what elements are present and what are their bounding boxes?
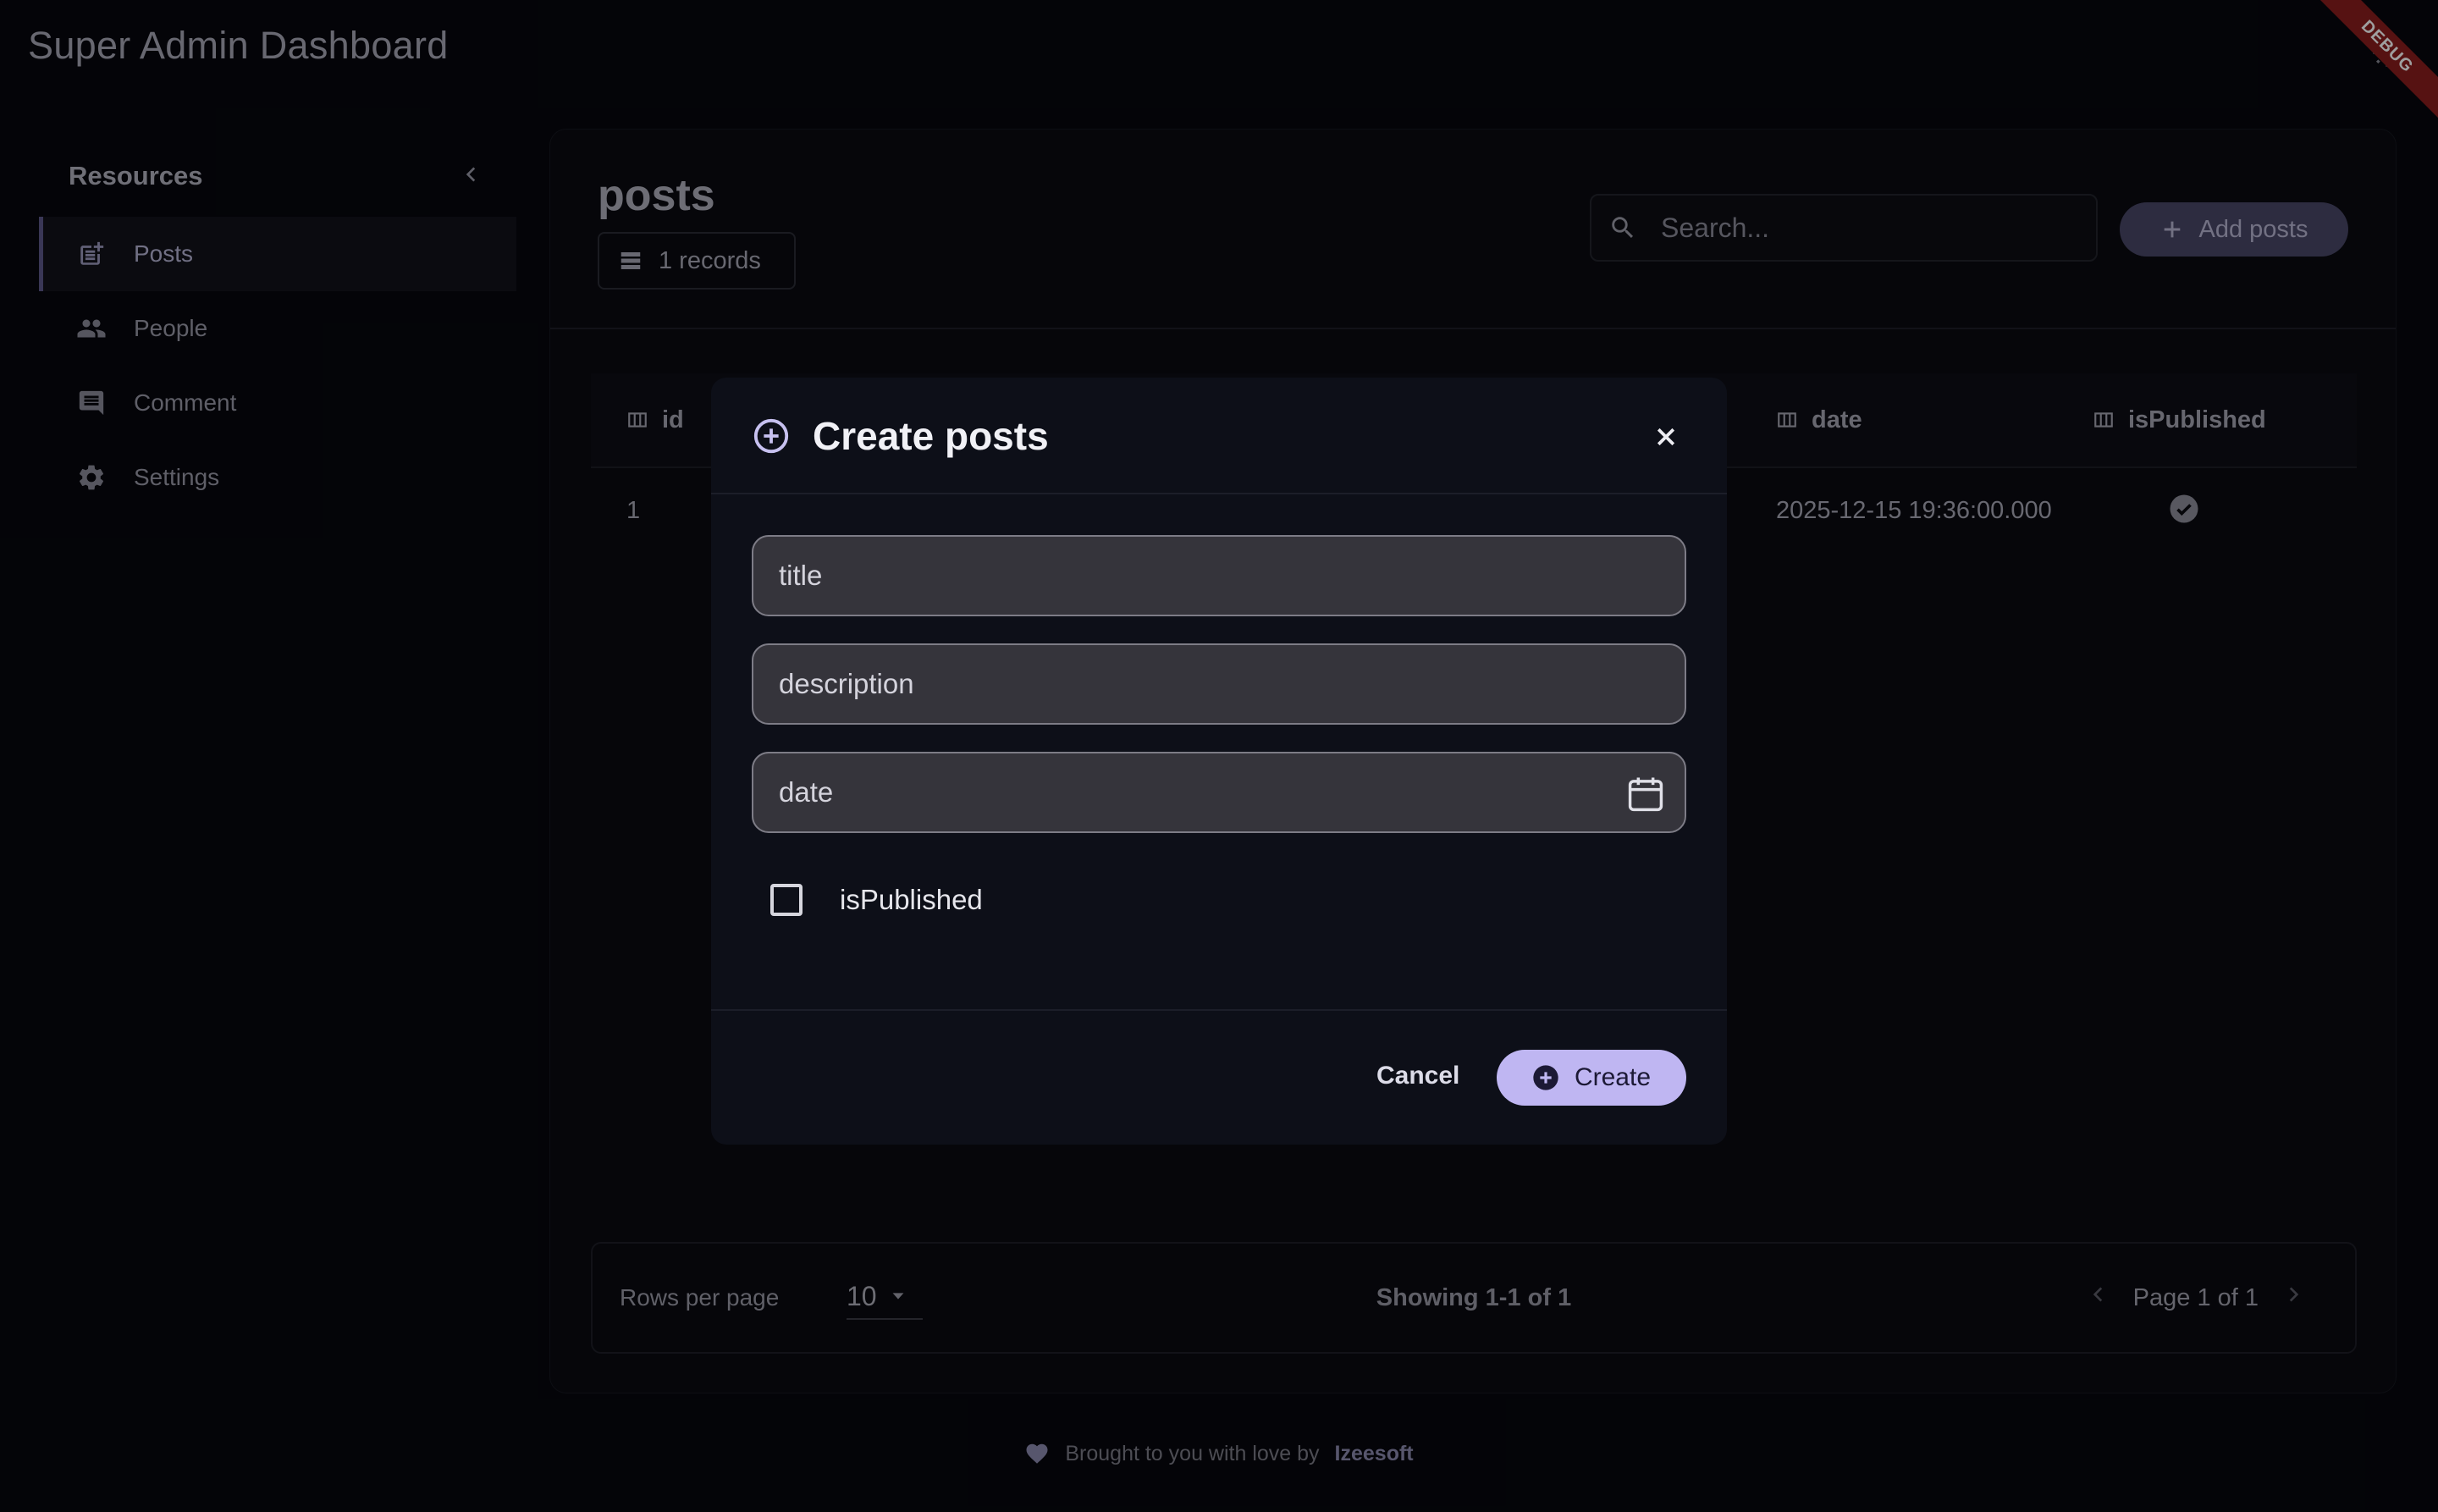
description-field[interactable] (752, 643, 1686, 725)
create-button-label: Create (1574, 1063, 1652, 1091)
cancel-button[interactable]: Cancel (1376, 1062, 1459, 1090)
title-input[interactable] (779, 560, 1591, 592)
dialog-header: Create posts (711, 378, 1727, 494)
dialog-footer: Cancel Create (711, 1009, 1727, 1145)
close-dialog-button[interactable] (1646, 417, 1686, 457)
dialog-title: Create posts (813, 414, 1049, 458)
title-field[interactable] (752, 535, 1686, 616)
add-circle-icon (1533, 1065, 1558, 1090)
add-circle-icon (753, 418, 789, 454)
date-input[interactable] (779, 776, 1591, 808)
close-icon (1657, 428, 1675, 446)
calendar-icon[interactable] (1624, 772, 1668, 816)
dialog-title-wrap: Create posts (752, 413, 1049, 459)
create-posts-dialog: Create posts isPublished Cancel Create (711, 378, 1727, 1145)
create-button[interactable]: Create (1497, 1050, 1686, 1106)
ispublished-checkbox[interactable] (770, 884, 803, 916)
ispublished-row[interactable]: isPublished (770, 884, 983, 916)
ispublished-label: isPublished (840, 884, 983, 915)
description-input[interactable] (779, 668, 1591, 700)
date-field[interactable] (752, 752, 1686, 833)
